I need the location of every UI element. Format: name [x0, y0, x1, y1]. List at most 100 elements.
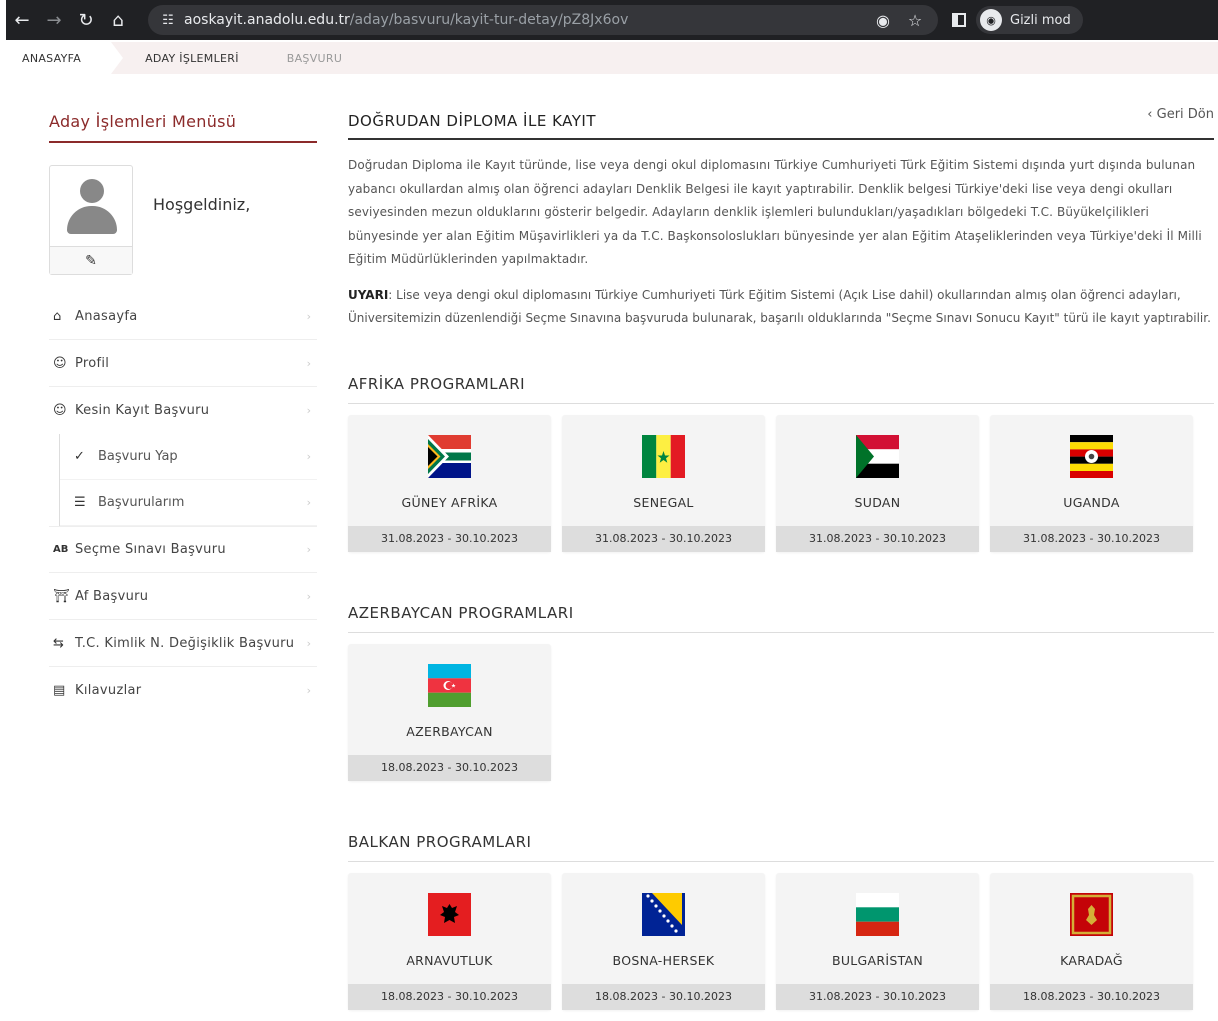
reload-icon[interactable]: ↻ [70, 4, 102, 36]
chevron-right-icon: › [306, 309, 311, 323]
warning-text: UYARI: Lise veya dengi okul diplomasını … [348, 284, 1214, 331]
chevron-right-icon: › [306, 450, 311, 463]
program-dates: 31.08.2023 - 30.10.2023 [348, 525, 551, 552]
url-path: /aday/basvuru/kayit-tur-detay/pZ8Jx6ov [349, 12, 629, 28]
description-text: Doğrudan Diploma ile Kayıt türünde, lise… [348, 158, 1202, 266]
avatar-head [80, 179, 104, 203]
program-card-arnavutluk[interactable]: ARNAVUTLUK 18.08.2023 - 30.10.2023 [348, 872, 551, 1010]
chevron-right-icon: › [306, 636, 311, 650]
check-icon: ✓ [74, 449, 85, 464]
senegal-flag-icon [642, 434, 685, 478]
sidebar-item-anasayfa[interactable]: ⌂ Anasayfa › [49, 293, 317, 340]
sidebar-item-basvurularim[interactable]: ☰ Başvurularım › [60, 480, 317, 526]
back-arrow-icon[interactable]: ← [6, 4, 38, 36]
program-card-senegal[interactable]: SENEGAL 31.08.2023 - 30.10.2023 [562, 414, 765, 552]
sidebar-item-kilavuzlar[interactable]: ▤ Kılavuzlar › [49, 667, 317, 714]
home-icon: ⌂ [53, 308, 62, 324]
sidebar-item-label: Seçme Sınavı Başvuru [75, 542, 226, 557]
program-dates: 18.08.2023 - 30.10.2023 [348, 754, 551, 781]
chevron-right-icon: › [306, 356, 311, 370]
user-icon: ☺ [53, 355, 67, 371]
exchange-icon: ⇆ [53, 635, 64, 651]
section-title: BALKAN PROGRAMLARI [348, 833, 1214, 862]
chevron-right-icon: › [306, 543, 311, 556]
sidebar-item-tc-kimlik[interactable]: ⇆ T.C. Kimlik N. Değişiklik Başvuru › [49, 620, 317, 667]
south-africa-flag-icon [428, 434, 471, 478]
program-card-karadag[interactable]: KARADAĞ 18.08.2023 - 30.10.2023 [990, 872, 1193, 1010]
sudan-flag-icon [856, 434, 899, 478]
sidebar-title: Aday İşlemleri Menüsü [49, 112, 317, 143]
side-panel-icon[interactable] [952, 13, 966, 27]
incognito-label: Gizli mod [1010, 12, 1071, 28]
program-dates: 31.08.2023 - 30.10.2023 [990, 525, 1193, 552]
spellcheck-icon: AB [53, 544, 69, 555]
uganda-flag-icon [1070, 434, 1113, 478]
forward-arrow-icon[interactable]: → [38, 4, 70, 36]
sidebar-item-label: Başvurularım [98, 495, 185, 510]
section-title: AZERBAYCAN PROGRAMLARI [348, 604, 1214, 633]
sidebar-item-secme-sinavi[interactable]: AB Seçme Sınavı Başvuru › [49, 526, 317, 573]
card-list: GÜNEY AFRİKA 31.08.2023 - 30.10.2023 SEN… [348, 414, 1214, 552]
sidebar-item-af-basvuru[interactable]: ⛩ Af Başvuru › [49, 573, 317, 620]
program-name: GÜNEY AFRİKA [401, 494, 498, 510]
program-dates: 18.08.2023 - 30.10.2023 [562, 983, 765, 1010]
program-dates: 18.08.2023 - 30.10.2023 [990, 983, 1193, 1010]
sidebar-menu: ⌂ Anasayfa › ☺ Profil › ☺ Kesin Kayıt Ba… [49, 293, 317, 714]
program-card-azerbaycan[interactable]: AZERBAYCAN 18.08.2023 - 30.10.2023 [348, 643, 551, 781]
page-title: DOĞRUDAN DİPLOMA İLE KAYIT [348, 112, 596, 130]
pencil-icon: ✎ [85, 252, 97, 269]
program-card-bosna-hersek[interactable]: BOSNA-HERSEK 18.08.2023 - 30.10.2023 [562, 872, 765, 1010]
program-name: KARADAĞ [1060, 952, 1123, 968]
incognito-badge[interactable]: ◉ Gizli mod [976, 6, 1083, 34]
sidebar-item-basvuru-yap[interactable]: ✓ Başvuru Yap › [60, 434, 317, 480]
avatar-body [67, 206, 117, 234]
chevron-right-icon: › [306, 404, 311, 417]
edit-avatar-button[interactable]: ✎ [50, 246, 132, 274]
submenu-kesin-kayit: ✓ Başvuru Yap › ☰ Başvurularım › [59, 434, 317, 526]
books-icon: ▤ [53, 683, 66, 698]
user-check-icon: ☺ [53, 403, 67, 418]
home-browser-icon[interactable]: ⌂ [102, 4, 134, 36]
card-list: AZERBAYCAN 18.08.2023 - 30.10.2023 [348, 643, 1214, 781]
bookmark-star-icon[interactable]: ☆ [902, 11, 928, 30]
welcome-text: Hoşgeldiniz, [153, 195, 251, 214]
montenegro-flag-icon [1070, 892, 1113, 936]
chevron-right-icon: › [306, 589, 311, 603]
program-dates: 31.08.2023 - 30.10.2023 [562, 525, 765, 552]
back-link[interactable]: ‹ Geri Dön [1147, 107, 1214, 122]
program-dates: 31.08.2023 - 30.10.2023 [776, 983, 979, 1010]
sidebar-item-kesin-kayit[interactable]: ☺ Kesin Kayıt Başvuru › [49, 387, 317, 434]
url-host: aoskayit.anadolu.edu.tr [184, 12, 350, 28]
program-card-sudan[interactable]: SUDAN 31.08.2023 - 30.10.2023 [776, 414, 979, 552]
sidebar-item-profil[interactable]: ☺ Profil › [49, 340, 317, 387]
institution-icon: ⛩ [53, 588, 70, 604]
program-dates: 18.08.2023 - 30.10.2023 [348, 983, 551, 1010]
albania-flag-icon [428, 892, 471, 936]
program-name: ARNAVUTLUK [406, 952, 493, 968]
program-card-uganda[interactable]: UGANDA 31.08.2023 - 30.10.2023 [990, 414, 1193, 552]
eye-off-icon[interactable]: ◉ [870, 11, 896, 30]
sidebar-item-label: Başvuru Yap [98, 449, 178, 464]
section-afrika: AFRİKA PROGRAMLARI GÜNEY AFRİKA 31.08.20… [348, 375, 1214, 552]
program-card-guney-afrika[interactable]: GÜNEY AFRİKA 31.08.2023 - 30.10.2023 [348, 414, 551, 552]
breadcrumb-aday-islemleri[interactable]: ADAY İŞLEMLERİ [111, 42, 269, 74]
warning-body: : Lise veya dengi okul diplomasını Türki… [348, 287, 1211, 326]
program-name: AZERBAYCAN [406, 723, 493, 739]
program-card-bulgaristan[interactable]: BULGARİSTAN 31.08.2023 - 30.10.2023 [776, 872, 979, 1010]
breadcrumb-home[interactable]: ANASAYFA [6, 42, 124, 74]
breadcrumb: ANASAYFA ADAY İŞLEMLERİ BAŞVURU [6, 42, 1218, 74]
program-name: UGANDA [1063, 494, 1120, 510]
site-info-icon[interactable]: ☷ [156, 9, 180, 31]
sidebar-item-label: Profil [75, 355, 110, 371]
avatar: ✎ [49, 165, 133, 275]
section-balkan: BALKAN PROGRAMLARI ARNAVUTLUK 18.08.2023… [348, 833, 1214, 1010]
azerbaijan-flag-icon [428, 663, 471, 707]
main-header: DOĞRUDAN DİPLOMA İLE KAYIT ‹ Geri Dön [348, 107, 1214, 140]
section-azerbaycan: AZERBAYCAN PROGRAMLARI AZERBAYCAN 18.08.… [348, 604, 1214, 781]
program-name: SENEGAL [633, 494, 694, 510]
sidebar-item-label: T.C. Kimlik N. Değişiklik Başvuru [75, 635, 295, 651]
program-name: BULGARİSTAN [831, 952, 924, 968]
chevron-left-icon: ‹ [1147, 107, 1157, 122]
bulgaria-flag-icon [856, 892, 899, 936]
address-bar[interactable]: ☷ aoskayit.anadolu.edu.tr/aday/basvuru/k… [148, 5, 938, 35]
